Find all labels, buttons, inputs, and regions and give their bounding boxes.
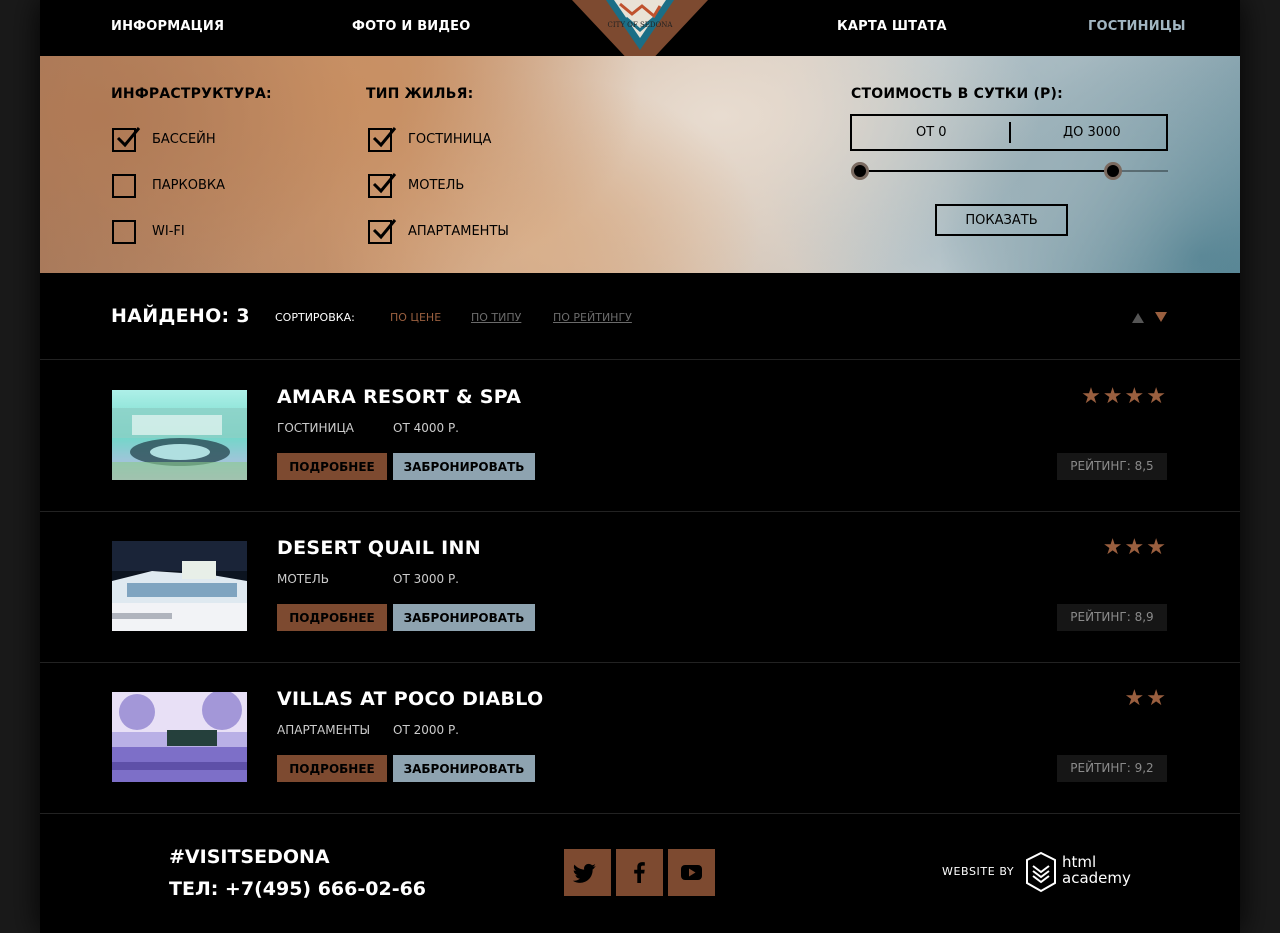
- youtube-icon: [681, 865, 702, 880]
- details-button[interactable]: ПОДРОБНЕЕ: [277, 604, 387, 631]
- rating-badge: РЕЙТИНГ: 8,5: [1057, 453, 1167, 480]
- checkbox-label: ГОСТИНИЦА: [408, 132, 492, 147]
- hotel-price: ОТ 3000 Р.: [393, 572, 459, 586]
- hotel-item: AMARA RESORT & SPA ГОСТИНИЦА ОТ 4000 Р. …: [40, 360, 1240, 512]
- checkbox-label: МОТЕЛЬ: [408, 178, 465, 193]
- page: ИНФОРМАЦИЯ ФОТО И ВИДЕО КАРТА ШТАТА ГОСТ…: [40, 0, 1240, 933]
- results-bar: НАЙДЕНО: 3 СОРТИРОВКА: ПО ЦЕНЕ ПО ТИПУ П…: [40, 273, 1240, 360]
- checkbox-box: [368, 219, 397, 244]
- range-max-handle[interactable]: [1103, 162, 1122, 180]
- nav-item-photo-video[interactable]: ФОТО И ВИДЕО: [352, 19, 471, 34]
- phone: ТЕЛ: +7(495) 666-02-66: [169, 878, 427, 900]
- footer: #VISITSEDONA ТЕЛ: +7(495) 666-02-66 WEBS…: [40, 813, 1240, 933]
- star-icon: ★: [1146, 384, 1168, 409]
- checkbox-box: [368, 127, 397, 152]
- check-icon: [372, 219, 397, 240]
- nav-item-hotels[interactable]: ГОСТИНИЦЫ: [1088, 19, 1186, 34]
- nav-item-map[interactable]: КАРТА ШТАТА: [837, 19, 947, 34]
- checkbox-wifi[interactable]: WI-FI: [112, 220, 298, 244]
- star-rating: ★★: [1125, 686, 1168, 711]
- hotel-price: ОТ 4000 Р.: [393, 421, 459, 435]
- star-icon: ★: [1146, 535, 1168, 560]
- hotel-photo: [112, 692, 247, 782]
- checkbox-apartments[interactable]: АПАРТАМЕНТЫ: [368, 219, 554, 244]
- hotel-photo: [112, 390, 247, 480]
- type-title: ТИП ЖИЛЬЯ:: [366, 86, 474, 102]
- star-rating: ★★★: [1103, 535, 1168, 560]
- infra-title: ИНФРАСТРУКТУРА:: [111, 86, 272, 102]
- checkbox-parking[interactable]: ПАРКОВКА: [112, 174, 298, 198]
- checkbox-pool[interactable]: БАССЕЙН: [112, 127, 298, 152]
- sort-desc-icon[interactable]: [1155, 312, 1167, 322]
- rating-badge: РЕЙТИНГ: 9,2: [1057, 755, 1167, 782]
- sort-label: СОРТИРОВКА:: [275, 311, 355, 324]
- youtube-link[interactable]: [668, 849, 715, 896]
- checkbox-label: ПАРКОВКА: [152, 178, 226, 193]
- checkbox-label: БАССЕЙН: [152, 132, 216, 147]
- star-icon: ★: [1102, 535, 1125, 560]
- twitter-link[interactable]: [564, 849, 611, 896]
- hotel-name[interactable]: AMARA RESORT & SPA: [277, 386, 521, 408]
- details-button[interactable]: ПОДРОБНЕЕ: [277, 453, 387, 480]
- main-nav: ИНФОРМАЦИЯ ФОТО И ВИДЕО КАРТА ШТАТА ГОСТ…: [40, 0, 1240, 69]
- hotel-type: МОТЕЛЬ: [277, 572, 329, 586]
- range-fill: [860, 170, 1113, 172]
- checkbox-hotel[interactable]: ГОСТИНИЦА: [368, 127, 554, 152]
- checkbox-label: АПАРТАМЕНТЫ: [408, 224, 509, 239]
- show-button[interactable]: ПОКАЗАТЬ: [935, 204, 1068, 236]
- htmlacademy-logo-icon[interactable]: [1024, 851, 1058, 893]
- hotel-filter: ИНФРАСТРУКТУРА: БАССЕЙН ПАРКОВКА WI-FI Т…: [40, 56, 1240, 273]
- star-icon: ★: [1102, 384, 1125, 409]
- price-separator: [1009, 122, 1011, 143]
- star-icon: ★: [1124, 686, 1147, 711]
- hotel-price: ОТ 2000 Р.: [393, 723, 459, 737]
- star-icon: ★: [1124, 535, 1147, 560]
- price-range-slider[interactable]: [851, 162, 1168, 180]
- rating-badge: РЕЙТИНГ: 8,9: [1057, 604, 1167, 631]
- hotel-item: DESERT QUAIL INN МОТЕЛЬ ОТ 3000 Р. ПОДРО…: [40, 511, 1240, 663]
- sort-by-price[interactable]: ПО ЦЕНЕ: [390, 311, 441, 324]
- star-icon: ★: [1146, 686, 1168, 711]
- hotel-name[interactable]: DESERT QUAIL INN: [277, 537, 481, 559]
- price-from-field[interactable]: ОТ 0: [916, 125, 947, 140]
- check-icon: [372, 127, 397, 148]
- hotel-type: АПАРТАМЕНТЫ: [277, 723, 371, 737]
- website-by-label: WEBSITE BY: [942, 865, 1015, 878]
- book-button[interactable]: ЗАБРОНИРОВАТЬ: [393, 604, 535, 631]
- star-icon: ★: [1081, 384, 1103, 409]
- checkbox-label: WI-FI: [152, 224, 185, 239]
- logo-text: CITY OF SEDONA: [608, 21, 674, 29]
- facebook-icon: [634, 862, 645, 883]
- price-title: СТОИМОСТЬ В СУТКИ (Р):: [851, 86, 1063, 102]
- sort-by-type[interactable]: ПО ТИПУ: [471, 311, 521, 324]
- sort-by-rating[interactable]: ПО РЕЙТИНГУ: [553, 311, 632, 324]
- details-button[interactable]: ПОДРОБНЕЕ: [277, 755, 387, 782]
- book-button[interactable]: ЗАБРОНИРОВАТЬ: [393, 755, 535, 782]
- check-icon: [372, 173, 397, 194]
- hotel-name[interactable]: VILLAS AT POCO DIABLO: [277, 688, 544, 710]
- price-inputs: ОТ 0 ДО 3000: [850, 114, 1168, 151]
- sort-asc-icon[interactable]: [1132, 313, 1144, 323]
- found-count: НАЙДЕНО: 3: [111, 305, 250, 327]
- checkbox-box: [112, 220, 136, 244]
- nav-item-info[interactable]: ИНФОРМАЦИЯ: [111, 19, 224, 34]
- hashtag: #VISITSEDONA: [169, 846, 330, 868]
- checkbox-motel[interactable]: МОТЕЛЬ: [368, 173, 554, 198]
- checkbox-box: [112, 174, 136, 198]
- hotel-photo: [112, 541, 247, 631]
- book-button[interactable]: ЗАБРОНИРОВАТЬ: [393, 453, 535, 480]
- range-min-handle[interactable]: [851, 162, 869, 180]
- price-to-field[interactable]: ДО 3000: [1063, 125, 1121, 140]
- checkbox-box: [112, 127, 141, 152]
- checkbox-box: [368, 173, 397, 198]
- check-icon: [116, 127, 141, 148]
- hotel-type: ГОСТИНИЦА: [277, 421, 354, 435]
- academy-text-line2[interactable]: academy: [1062, 869, 1131, 887]
- twitter-icon: [572, 863, 596, 883]
- star-rating: ★★★★: [1081, 384, 1168, 409]
- facebook-link[interactable]: [616, 849, 663, 896]
- star-icon: ★: [1124, 384, 1147, 409]
- hotel-item: VILLAS AT POCO DIABLO АПАРТАМЕНТЫ ОТ 200…: [40, 662, 1240, 814]
